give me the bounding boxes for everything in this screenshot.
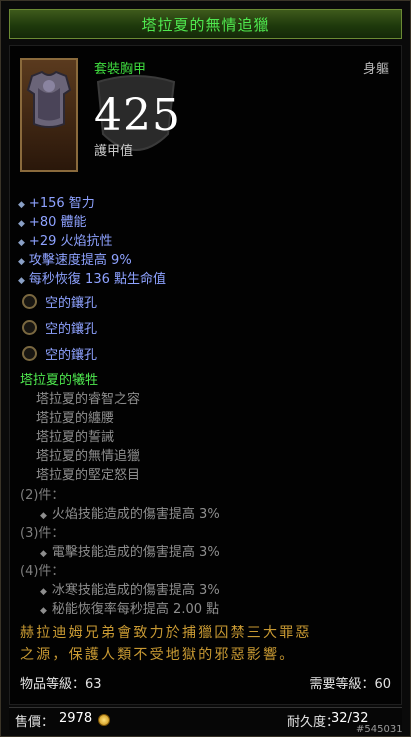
- diamond-bullet-icon: ◆: [40, 549, 47, 559]
- set-bonus-line: ◆ 火焰技能造成的傷害提高 3%: [40, 507, 220, 522]
- diamond-bullet-icon: ◆: [40, 587, 47, 597]
- price-label: 售價：: [15, 715, 55, 730]
- item-footer: 售價： 2978 耐久度： 32/32: [9, 707, 402, 730]
- chest-armor-icon: [26, 70, 72, 128]
- sell-price: 2978: [59, 711, 93, 726]
- affix-line: ◆ 每秒恢復 136 點生命值: [18, 272, 166, 287]
- armor-label: 護甲值: [94, 144, 134, 159]
- empty-socket: 空的鑲孔: [22, 318, 97, 337]
- set-piece: 塔拉夏的纏腰: [36, 411, 115, 426]
- affix-line: ◆ +80 體能: [18, 215, 87, 230]
- diamond-bullet-icon: ◆: [18, 238, 25, 248]
- diamond-bullet-icon: ◆: [40, 511, 47, 521]
- socket-ring-icon: [22, 346, 37, 361]
- set-bonus-header: (2)件：: [20, 488, 65, 503]
- item-details: 套裝胸甲 身軀 425 護甲值 ◆ +156 智力 ◆ +80 體能 ◆ +29 火焰…: [9, 45, 402, 705]
- item-name: 塔拉夏的無情追獵: [141, 15, 270, 34]
- flavor-text-line: 之源，保護人類不受地獄的邪惡影響。: [20, 647, 296, 663]
- set-bonus-line: ◆ 冰寒技能造成的傷害提高 3%: [40, 583, 220, 598]
- affix-line: ◆ +29 火焰抗性: [18, 234, 113, 249]
- set-piece: 塔拉夏的堅定怒目: [36, 468, 141, 483]
- gold-coin-icon: [98, 714, 110, 726]
- set-piece: 塔拉夏的無情追獵: [36, 449, 141, 464]
- item-tooltip: 塔拉夏的無情追獵 套裝胸甲 身軀 425 護甲值 ◆ +156 智力 ◆ +80 體…: [0, 0, 411, 737]
- set-bonus-line: ◆ 秘能恢復率每秒提高 2.00 點: [40, 602, 220, 617]
- socket-ring-icon: [22, 294, 37, 309]
- flavor-text-line: 赫拉迪姆兄弟會致力於捕獵囚禁三大罪惡: [20, 625, 312, 641]
- item-slot: 身軀: [362, 62, 389, 77]
- empty-socket: 空的鑲孔: [22, 344, 97, 363]
- socket-ring-icon: [22, 320, 37, 335]
- item-image: [20, 58, 78, 172]
- set-bonus-header: (3)件：: [20, 526, 65, 541]
- diamond-bullet-icon: ◆: [18, 257, 25, 267]
- required-level: 需要等級：60: [309, 677, 391, 692]
- diamond-bullet-icon: ◆: [18, 200, 25, 210]
- set-piece: 塔拉夏的睿智之容: [36, 392, 141, 407]
- set-bonus-line: ◆ 電擊技能造成的傷害提高 3%: [40, 545, 220, 560]
- empty-socket: 空的鑲孔: [22, 292, 97, 311]
- affix-line: ◆ 攻擊速度提高 9%: [18, 253, 132, 268]
- affix-line: ◆ +156 智力: [18, 196, 95, 211]
- item-title-bar: 塔拉夏的無情追獵: [9, 9, 402, 39]
- set-title: 塔拉夏的犧牲: [20, 373, 99, 388]
- item-level: 物品等級：63: [20, 677, 102, 692]
- item-type: 套裝胸甲: [94, 62, 147, 77]
- watermark-code: #545031: [356, 724, 403, 735]
- set-piece: 塔拉夏的誓誡: [36, 430, 115, 445]
- diamond-bullet-icon: ◆: [18, 219, 25, 229]
- diamond-bullet-icon: ◆: [18, 276, 25, 286]
- diamond-bullet-icon: ◆: [40, 606, 47, 616]
- armor-value: 425: [94, 90, 181, 141]
- set-bonus-header: (4)件：: [20, 564, 65, 579]
